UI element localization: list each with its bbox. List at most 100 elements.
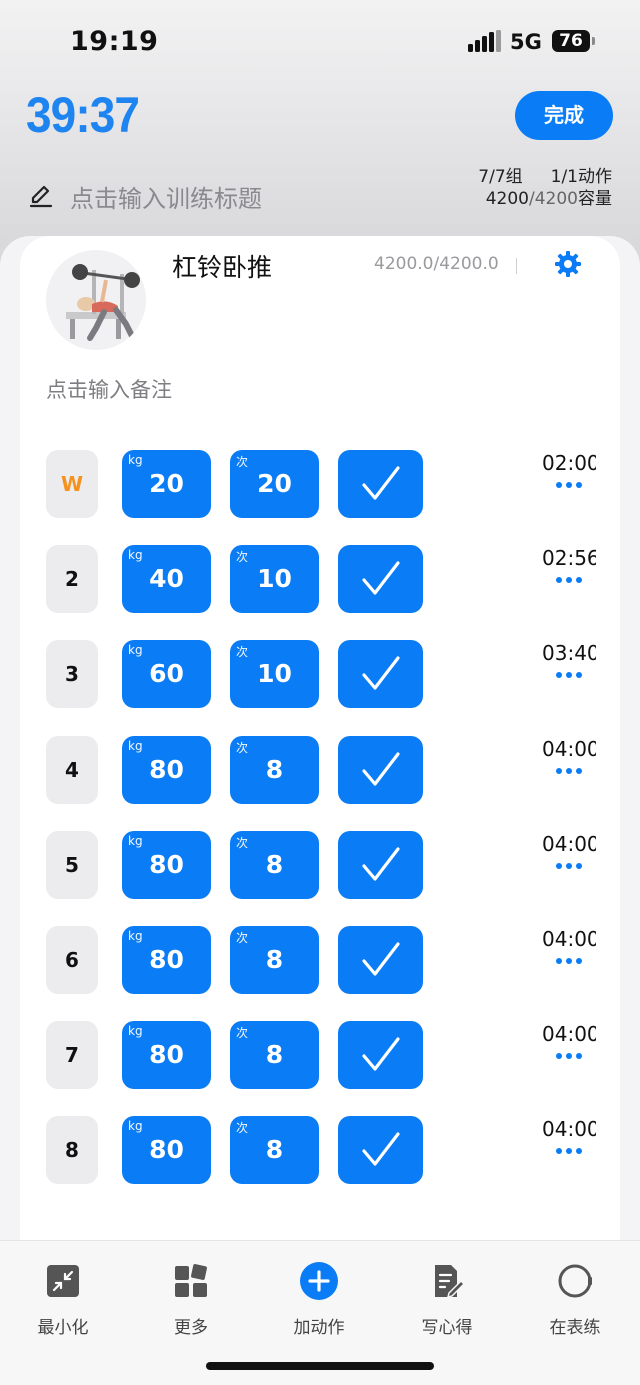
workout-title-input[interactable]: 点击输入训练标题 [28,176,262,216]
exercise-thumbnail[interactable] [46,250,146,350]
more-dots-icon[interactable] [554,1051,584,1061]
rest-timer[interactable]: 04:00 [542,1022,596,1046]
set-row: 8 kg 80 次 8 04:00 [46,1116,606,1184]
complete-checkbox[interactable] [338,736,423,804]
home-indicator[interactable] [206,1362,434,1370]
checkmark-icon [362,847,400,881]
sets-progress: 7/7组 [478,167,523,187]
weight-input[interactable]: kg 60 [122,640,211,708]
tab-label: 最小化 [37,1318,89,1338]
rest-timer[interactable]: 02:00 [542,451,596,475]
reps-input[interactable]: 次 10 [230,545,319,613]
set-row: 3 kg 60 次 10 03:40 [46,640,606,708]
exercise-card-backdrop: 杠铃卧推 4200.0/4200.0 点击输入备注 Wkg 20 次 20 02:00 2… [0,236,640,1246]
volume-unit: 容量 [578,189,612,209]
complete-checkbox[interactable] [338,926,423,994]
checkmark-icon [362,656,400,690]
add-circle-icon [300,1262,338,1300]
weight-input[interactable]: kg 40 [122,545,211,613]
set-number-button[interactable]: W [46,450,98,518]
rest-timer[interactable]: 03:40 [542,641,596,665]
tab-add-exercise[interactable]: 加动作 [264,1261,374,1338]
weight-value: 80 [149,755,184,784]
complete-checkbox[interactable] [338,1021,423,1089]
set-number-button[interactable]: 3 [46,640,98,708]
workout-stats: 7/7组 1/1动作 4200/4200容量 [478,166,612,210]
more-dots-icon[interactable] [554,861,584,871]
reps-value: 8 [265,755,284,784]
checkmark-icon [362,466,400,500]
set-number-button[interactable]: 5 [46,831,98,899]
set-row: Wkg 20 次 20 02:00 [46,450,606,518]
tab-write-notes[interactable]: 写心得 [392,1261,502,1338]
exercise-name[interactable]: 杠铃卧推 [172,248,272,284]
weight-input[interactable]: kg 80 [122,926,211,994]
battery-tip [592,37,595,45]
rest-timer[interactable]: 02:56 [542,546,596,570]
more-dots-icon[interactable] [554,575,584,585]
weight-input[interactable]: kg 20 [122,450,211,518]
tab-minimize[interactable]: 最小化 [8,1261,118,1338]
status-bar: 19:19 5G 76 [0,0,640,84]
set-number-button[interactable]: 8 [46,1116,98,1184]
reps-input[interactable]: 次8 [230,831,319,899]
grid-icon [175,1264,207,1297]
minimize-icon [47,1265,79,1297]
weight-input[interactable]: kg 80 [122,1116,211,1184]
reps-input[interactable]: 次 10 [230,640,319,708]
complete-checkbox[interactable] [338,450,423,518]
weight-input[interactable]: kg 80 [122,1021,211,1089]
signal-icon [468,30,502,52]
weight-value: 80 [149,1040,184,1069]
reps-input[interactable]: 次8 [230,736,319,804]
reps-value: 8 [265,945,284,974]
rest-timer[interactable]: 04:00 [542,737,596,761]
reps-input[interactable]: 次8 [230,1116,319,1184]
weight-value: 60 [149,659,184,688]
more-dots-icon[interactable] [554,1146,584,1156]
more-dots-icon[interactable] [554,670,584,680]
tab-label: 在表练 [549,1318,601,1338]
watch-icon [558,1264,592,1298]
weight-input[interactable]: kg 80 [122,831,211,899]
network-label: 5G [510,30,542,54]
set-row: 5 kg 80 次 8 04:00 [46,831,606,899]
set-row: 6 kg 80 次 8 04:00 [46,926,606,994]
complete-checkbox[interactable] [338,545,423,613]
weight-value: 80 [149,850,184,879]
workout-timer: 39:37 [26,87,140,143]
more-dots-icon[interactable] [554,956,584,966]
complete-checkbox[interactable] [338,1116,423,1184]
rest-timer[interactable]: 04:00 [542,927,596,951]
rest-timer[interactable]: 04:00 [542,832,596,856]
rest-timer[interactable]: 04:00 [542,1117,596,1141]
title-placeholder: 点击输入训练标题 [70,184,262,213]
reps-value: 10 [257,659,292,688]
set-row: 4 kg 80 次 8 04:00 [46,736,606,804]
checkmark-icon [362,561,400,595]
set-number-button[interactable]: 7 [46,1021,98,1089]
complete-checkbox[interactable] [338,640,423,708]
volume-total: /4200 [529,189,578,209]
tab-more[interactable]: 更多 [136,1261,246,1338]
checkmark-icon [362,942,400,976]
more-dots-icon[interactable] [554,766,584,776]
note-input[interactable]: 点击输入备注 [46,374,172,404]
reps-input[interactable]: 次 20 [230,450,319,518]
set-number-button[interactable]: 6 [46,926,98,994]
reps-input[interactable]: 次8 [230,1021,319,1089]
set-number-button[interactable]: 2 [46,545,98,613]
gear-icon[interactable] [554,250,582,278]
set-number-button[interactable]: 4 [46,736,98,804]
finish-button[interactable]: 完成 [515,91,613,140]
tab-label: 加动作 [293,1318,345,1338]
tab-watch-training[interactable]: 在表练 [520,1261,630,1338]
weight-value: 20 [149,469,184,498]
battery-icon: 76 [552,30,590,52]
complete-checkbox[interactable] [338,831,423,899]
checkmark-icon [362,752,400,786]
more-dots-icon[interactable] [554,480,584,490]
exercise-volume: 4200.0/4200.0 [374,254,499,274]
weight-input[interactable]: kg 80 [122,736,211,804]
reps-input[interactable]: 次8 [230,926,319,994]
